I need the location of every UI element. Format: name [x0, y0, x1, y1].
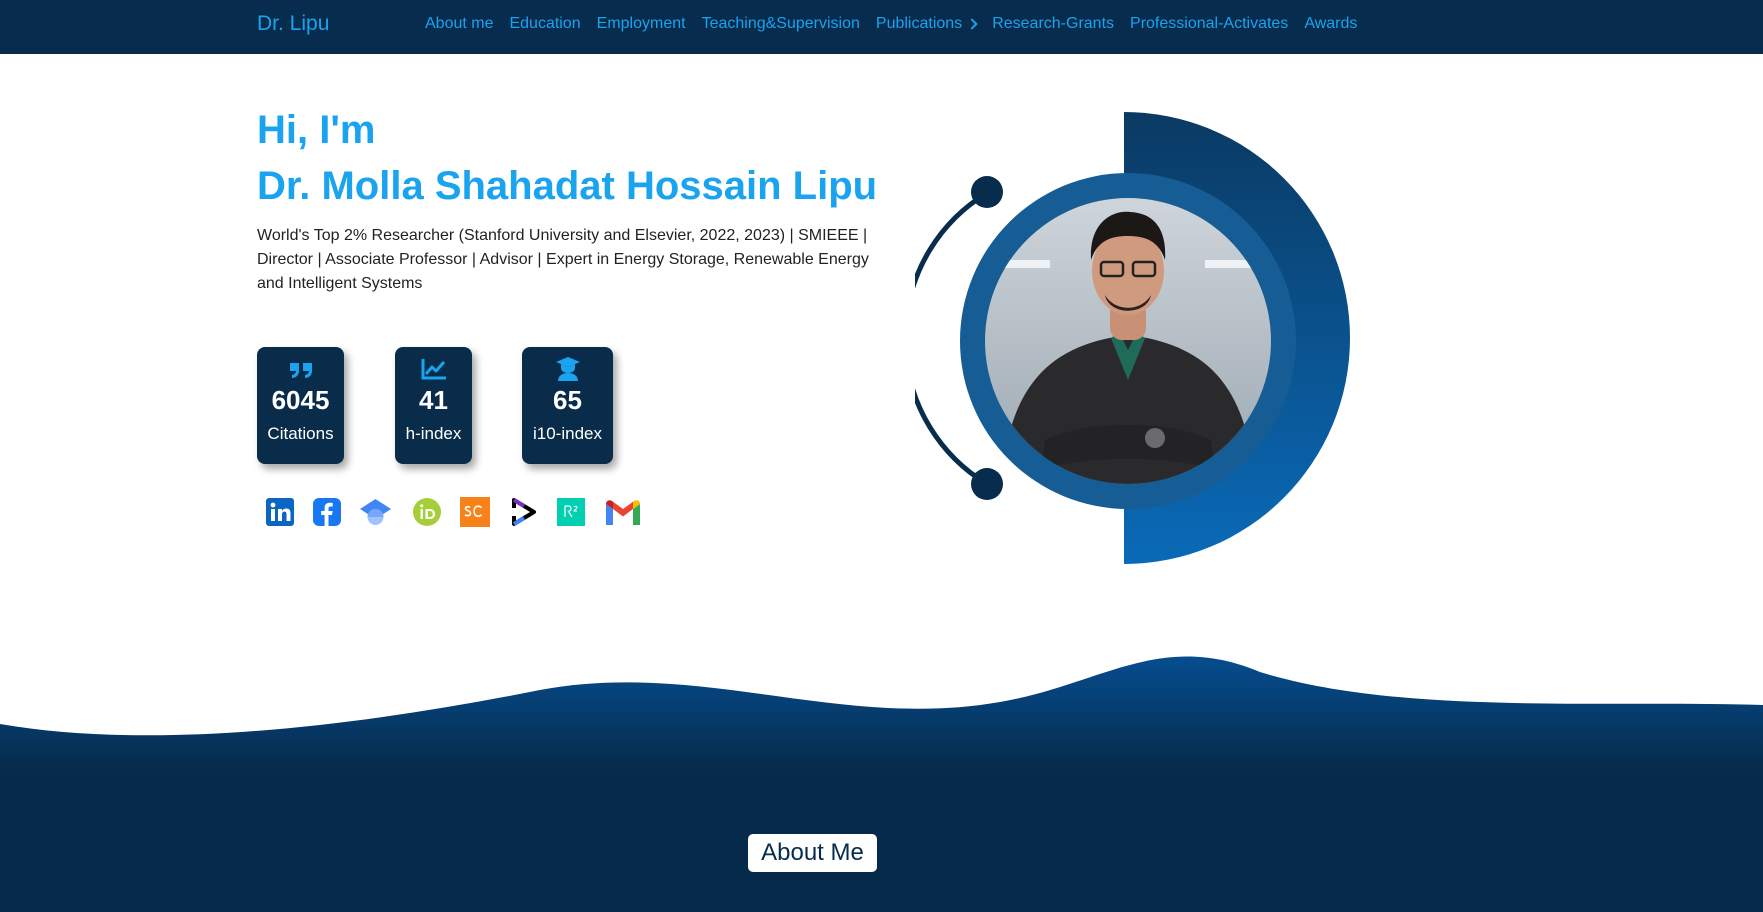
nav-about-me[interactable]: About me — [425, 15, 493, 33]
stat-label: Citations — [267, 424, 334, 443]
stat-label: h-index — [405, 424, 462, 443]
wave-divider — [0, 656, 1763, 912]
nav-teaching-supervision[interactable]: Teaching&Supervision — [702, 15, 860, 33]
hero-name: Dr. Molla Shahadat Hossain Lipu — [257, 164, 878, 208]
brand-link[interactable]: Dr. Lipu — [257, 12, 329, 36]
researchgate-icon[interactable] — [557, 498, 585, 526]
nav-links: About me Education Employment Teaching&S… — [425, 15, 1373, 33]
nav-publications-label: Publications — [875, 15, 963, 32]
stat-value: 65 — [553, 385, 582, 415]
graduate-icon — [555, 357, 580, 381]
profile-graphic — [915, 112, 1350, 564]
stat-value: 41 — [419, 385, 448, 415]
hero-tagline: World's Top 2% Researcher (Stanford Univ… — [257, 227, 869, 292]
chevron-right-icon — [966, 18, 978, 30]
stat-card-h-index: 41 h-index — [395, 347, 472, 464]
arc-dot-bottom — [971, 468, 1003, 500]
stat-value: 6045 — [271, 385, 330, 415]
nav-employment[interactable]: Employment — [597, 15, 686, 33]
about-me-button[interactable]: About Me — [748, 834, 877, 872]
scopus-icon[interactable] — [460, 497, 490, 527]
nav-publications[interactable]: Publications — [875, 15, 978, 33]
arc-dot-top — [971, 176, 1003, 208]
stat-card-i10-index: 65 i10-index — [522, 347, 613, 464]
stat-label: i10-index — [533, 424, 602, 443]
linkedin-icon[interactable] — [265, 497, 295, 527]
facebook-icon[interactable] — [312, 497, 342, 527]
quote-icon — [289, 363, 312, 378]
nav-awards[interactable]: Awards — [1304, 15, 1357, 33]
stat-card-citations: 6045 Citations — [257, 347, 344, 464]
orcid-icon[interactable] — [412, 497, 442, 527]
hero-greeting: Hi, I'm — [257, 108, 376, 152]
nav-education[interactable]: Education — [509, 15, 580, 33]
nav-professional-activates[interactable]: Professional-Activates — [1130, 15, 1288, 33]
chart-line-icon — [421, 359, 446, 380]
top-navbar: Dr. Lipu About me Education Employment T… — [0, 0, 1763, 54]
clarivate-icon[interactable] — [508, 497, 538, 527]
nav-research-grants[interactable]: Research-Grants — [992, 15, 1114, 33]
gmail-icon[interactable] — [603, 497, 643, 527]
google-scholar-icon[interactable] — [359, 497, 392, 527]
